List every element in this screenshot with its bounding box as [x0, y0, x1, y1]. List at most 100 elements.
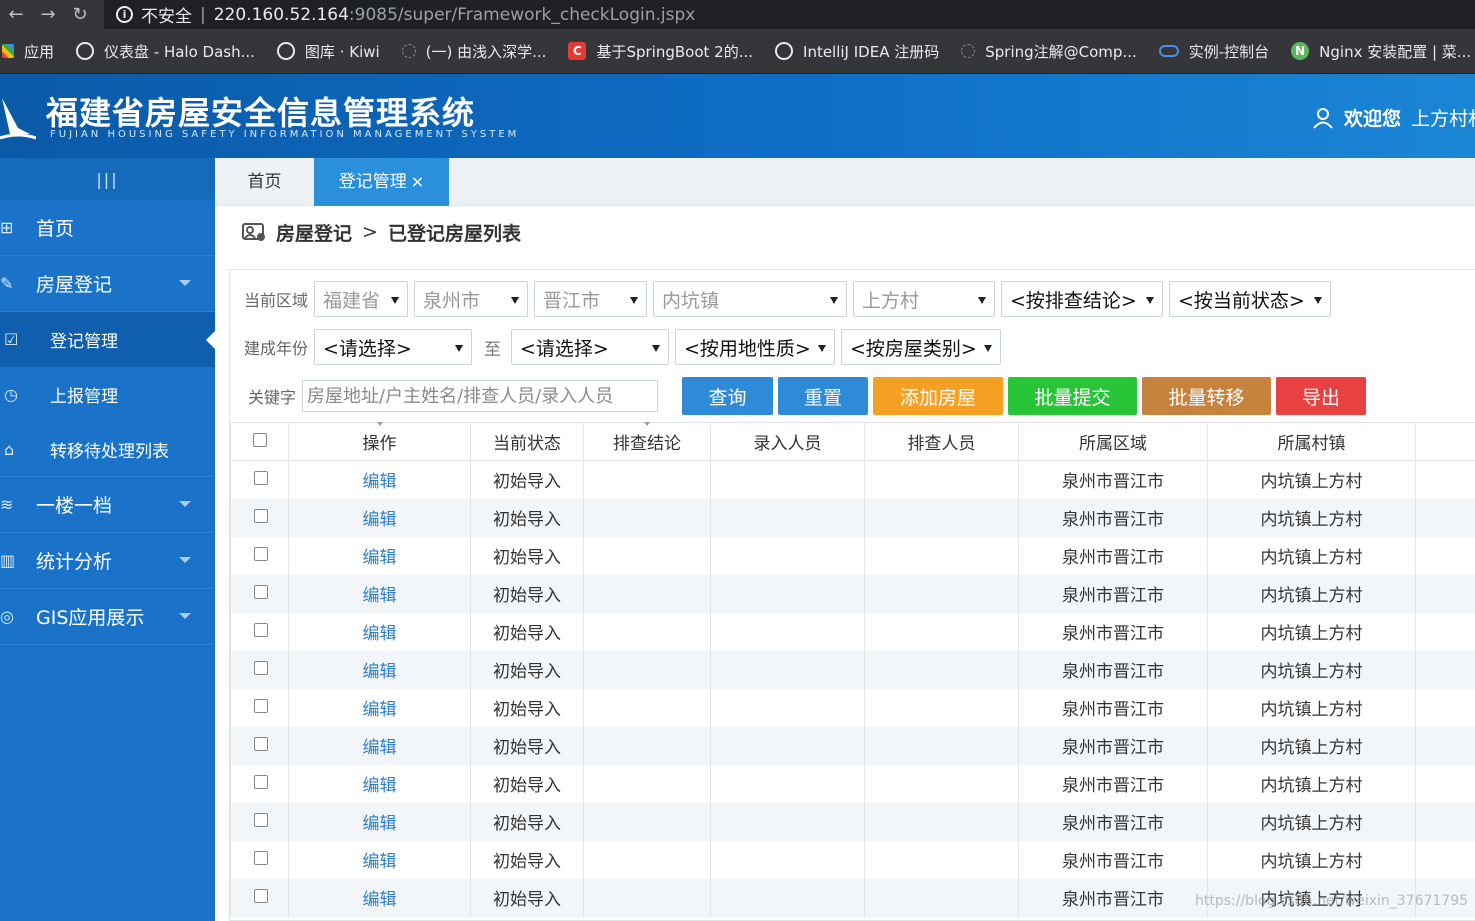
year-from-select[interactable]: <请选择>: [314, 329, 473, 365]
export-button[interactable]: 导出: [1276, 377, 1367, 415]
house-type-select[interactable]: <按房屋类别>: [841, 329, 1002, 365]
row-select-cell[interactable]: [230, 878, 289, 917]
column-header[interactable]: 操作: [288, 422, 471, 461]
row-checkbox[interactable]: [254, 546, 268, 561]
edit-link[interactable]: 编辑: [363, 624, 397, 644]
row-select-cell[interactable]: [230, 688, 289, 727]
breadcrumb-parent[interactable]: 房屋登记: [276, 219, 352, 246]
table-row[interactable]: 编辑 初始导入 泉州市晋江市 内坑镇上方村: [230, 574, 1475, 613]
bookmark-console[interactable]: 实例-控制台: [1158, 41, 1269, 62]
column-header[interactable]: 录入人员: [710, 422, 865, 461]
status-select[interactable]: <按当前状态>: [1169, 281, 1332, 317]
edit-link[interactable]: 编辑: [363, 548, 397, 568]
row-checkbox[interactable]: [254, 698, 268, 713]
close-icon[interactable]: ×: [411, 172, 424, 191]
table-row[interactable]: 编辑 初始导入 泉州市晋江市 内坑镇上方村: [230, 802, 1475, 841]
table-row[interactable]: 编辑 初始导入 泉州市晋江市 内坑镇上方村: [230, 688, 1475, 727]
table-row[interactable]: 编辑 初始导入 泉州市晋江市 内坑镇上方村: [230, 536, 1475, 575]
column-header[interactable]: 当前状态: [470, 422, 584, 461]
sidebar-item-house-register[interactable]: ✎ 房屋登记: [0, 256, 215, 312]
edit-link[interactable]: 编辑: [363, 700, 397, 720]
info-icon[interactable]: i: [116, 6, 133, 23]
sidebar-item-home[interactable]: ⊞ 首页: [0, 200, 215, 256]
row-select-cell[interactable]: [230, 574, 289, 613]
edit-link[interactable]: 编辑: [363, 776, 397, 796]
bookmark-learn[interactable]: (一) 由浅入深学...: [401, 41, 546, 62]
table-row[interactable]: 编辑 初始导入 泉州市晋江市 内坑镇上方村: [230, 840, 1475, 879]
user-welcome[interactable]: 欢迎您 上方村村: [1312, 104, 1475, 131]
table-row[interactable]: 编辑 初始导入 泉州市晋江市 内坑镇上方村: [230, 612, 1475, 651]
reload-button[interactable]: ↻: [64, 4, 96, 25]
table-row[interactable]: 编辑 初始导入 泉州市晋江市 内坑镇上方村: [230, 650, 1475, 689]
row-select-cell[interactable]: [230, 460, 289, 499]
city-select[interactable]: 泉州市: [414, 281, 529, 317]
column-header[interactable]: 排查结论: [583, 422, 711, 461]
row-checkbox[interactable]: [254, 850, 268, 865]
row-checkbox[interactable]: [254, 660, 268, 675]
row-checkbox[interactable]: [254, 774, 268, 789]
row-checkbox[interactable]: [254, 470, 268, 485]
query-button[interactable]: 查询: [682, 377, 774, 415]
column-header[interactable]: 所属村镇: [1207, 422, 1416, 461]
conclusion-select[interactable]: <按排查结论>: [1001, 281, 1164, 317]
table-row[interactable]: 编辑 初始导入 泉州市晋江市 内坑镇上方村: [230, 498, 1475, 537]
county-select[interactable]: 晋江市: [534, 281, 648, 317]
edit-link[interactable]: 编辑: [363, 890, 397, 910]
back-button[interactable]: ←: [0, 4, 32, 25]
sidebar-item-report-manage[interactable]: ◷ 上报管理: [0, 367, 215, 422]
keyword-input[interactable]: [302, 380, 659, 412]
edit-link[interactable]: 编辑: [363, 472, 397, 492]
tab-register-manage[interactable]: 登记管理 ×: [314, 158, 449, 206]
edit-link[interactable]: 编辑: [363, 510, 397, 530]
row-select-cell[interactable]: [230, 840, 289, 879]
column-header[interactable]: 所属区域: [1018, 422, 1208, 461]
bookmark-nginx[interactable]: N Nginx 安装配置 | 菜...: [1291, 41, 1471, 62]
edit-link[interactable]: 编辑: [363, 738, 397, 758]
sidebar-item-transfer-list[interactable]: ⌂ 转移待处理列表: [0, 422, 215, 477]
batch-transfer-button[interactable]: 批量转移: [1142, 377, 1272, 415]
row-checkbox[interactable]: [254, 508, 268, 523]
row-checkbox[interactable]: [254, 812, 268, 827]
row-checkbox[interactable]: [254, 622, 268, 637]
sidebar-item-gis[interactable]: ◎ GIS应用展示: [0, 589, 215, 645]
edit-link[interactable]: 编辑: [363, 852, 397, 872]
row-checkbox[interactable]: [254, 584, 268, 599]
row-checkbox[interactable]: [254, 736, 268, 751]
row-select-cell[interactable]: [230, 726, 289, 765]
row-select-cell[interactable]: [230, 536, 289, 575]
row-select-cell[interactable]: [230, 498, 289, 537]
bookmark-apps[interactable]: 应用: [2, 41, 54, 62]
tab-home[interactable]: 首页: [215, 158, 314, 206]
bookmark-halo[interactable]: 仪表盘 - Halo Dash...: [76, 41, 255, 62]
batch-submit-button[interactable]: 批量提交: [1008, 377, 1138, 415]
bookmark-springboot[interactable]: C 基于SpringBoot 2的...: [568, 41, 753, 62]
edit-link[interactable]: 编辑: [363, 814, 397, 834]
land-use-select[interactable]: <按用地性质>: [675, 329, 836, 365]
table-row[interactable]: 编辑 初始导入 泉州市晋江市 内坑镇上方村: [230, 460, 1475, 499]
select-all-cell[interactable]: [230, 422, 289, 461]
province-select[interactable]: 福建省: [314, 281, 409, 317]
row-select-cell[interactable]: [230, 802, 289, 841]
row-select-cell[interactable]: [230, 612, 289, 651]
year-to-select[interactable]: <请选择>: [511, 329, 670, 365]
edit-link[interactable]: 编辑: [363, 662, 397, 682]
bookmark-intellij[interactable]: IntelliJ IDEA 注册码: [775, 41, 939, 62]
bookmark-spring[interactable]: Spring注解@Comp...: [961, 41, 1137, 62]
row-select-cell[interactable]: [230, 764, 289, 803]
sidebar-item-statistics[interactable]: ▥ 统计分析: [0, 533, 215, 589]
row-select-cell[interactable]: [230, 650, 289, 689]
column-header[interactable]: 排查人员: [864, 422, 1019, 461]
add-house-button[interactable]: 添加房屋: [873, 377, 1004, 415]
select-all-checkbox[interactable]: [252, 432, 267, 447]
reset-button[interactable]: 重置: [778, 377, 869, 415]
row-checkbox[interactable]: [254, 888, 268, 903]
table-row[interactable]: 编辑 初始导入 泉州市晋江市 内坑镇上方村: [230, 764, 1475, 803]
bookmark-kiwi[interactable]: 图库 · Kiwi: [276, 41, 380, 62]
url-bar[interactable]: i 不安全 | 220.160.52.164 :9085/super/Frame…: [104, 0, 1475, 29]
sidebar-item-one-building[interactable]: ≋ 一楼一档: [0, 477, 215, 533]
sidebar-toggle-button[interactable]: |||: [0, 158, 215, 200]
table-row[interactable]: 编辑 初始导入 泉州市晋江市 内坑镇上方村: [230, 726, 1475, 765]
village-select[interactable]: 上方村: [853, 281, 996, 317]
town-select[interactable]: 内坑镇: [653, 281, 848, 317]
sidebar-item-register-manage[interactable]: ☑ 登记管理: [0, 312, 215, 367]
